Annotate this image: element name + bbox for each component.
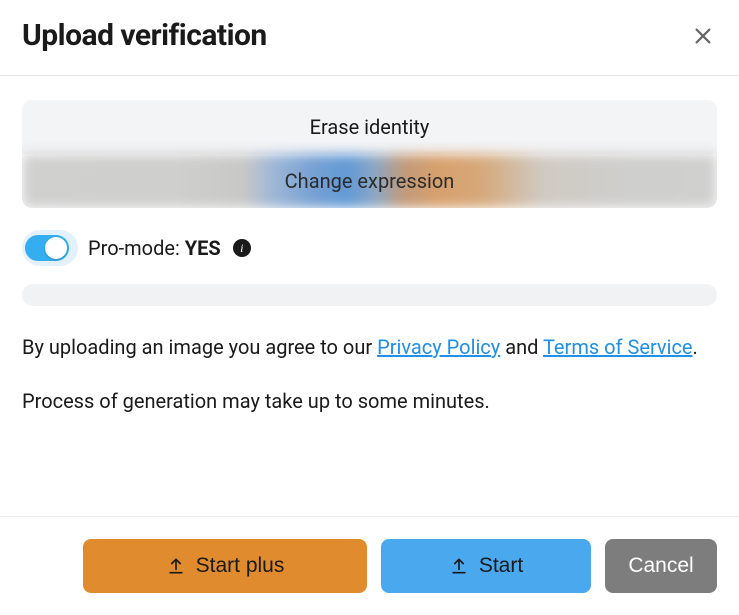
- pro-mode-toggle[interactable]: [25, 235, 69, 261]
- pro-mode-label: Pro-mode: YES: [88, 236, 221, 260]
- privacy-policy-link[interactable]: Privacy Policy: [377, 335, 500, 359]
- segment-erase-identity[interactable]: Erase identity: [22, 100, 717, 154]
- pro-mode-toggle-outline: [22, 230, 78, 266]
- terms-of-service-link[interactable]: Terms of Service: [543, 335, 693, 359]
- pro-mode-label-text: Pro-mode:: [88, 236, 185, 260]
- upload-icon: [449, 556, 469, 576]
- button-label: Start plus: [196, 554, 285, 578]
- close-button[interactable]: [689, 22, 717, 50]
- info-icon[interactable]: i: [233, 239, 251, 257]
- modal-header: Upload verification: [0, 0, 739, 75]
- start-button[interactable]: Start: [381, 539, 591, 593]
- close-icon: [692, 25, 714, 47]
- start-plus-button[interactable]: Start plus: [83, 539, 367, 593]
- pro-mode-value: YES: [185, 236, 221, 260]
- agreement-prefix: By uploading an image you agree to our: [22, 335, 377, 359]
- modal-body: Erase identity Change expression Pro-mod…: [0, 76, 739, 516]
- mode-segmented-control: Erase identity Change expression: [22, 100, 717, 208]
- agreement-suffix: .: [693, 335, 698, 359]
- upload-icon: [166, 556, 186, 576]
- agreement-mid: and: [500, 335, 543, 359]
- segment-change-expression[interactable]: Change expression: [22, 154, 717, 208]
- modal-footer: Start plus Start Cancel: [0, 516, 739, 615]
- cancel-button[interactable]: Cancel: [605, 539, 717, 593]
- agreement-text: By uploading an image you agree to our P…: [22, 332, 717, 363]
- segment-label: Change expression: [285, 169, 455, 193]
- toggle-knob: [45, 237, 67, 259]
- generation-note: Process of generation may take up to som…: [22, 389, 717, 413]
- modal-title: Upload verification: [22, 18, 267, 53]
- pro-mode-row: Pro-mode: YES i: [22, 230, 717, 266]
- button-label: Cancel: [628, 554, 693, 578]
- segment-label: Erase identity: [310, 115, 430, 139]
- button-label: Start: [479, 554, 523, 578]
- placeholder-bar: [22, 284, 717, 306]
- upload-verification-modal: Upload verification Erase identity Chang…: [0, 0, 739, 615]
